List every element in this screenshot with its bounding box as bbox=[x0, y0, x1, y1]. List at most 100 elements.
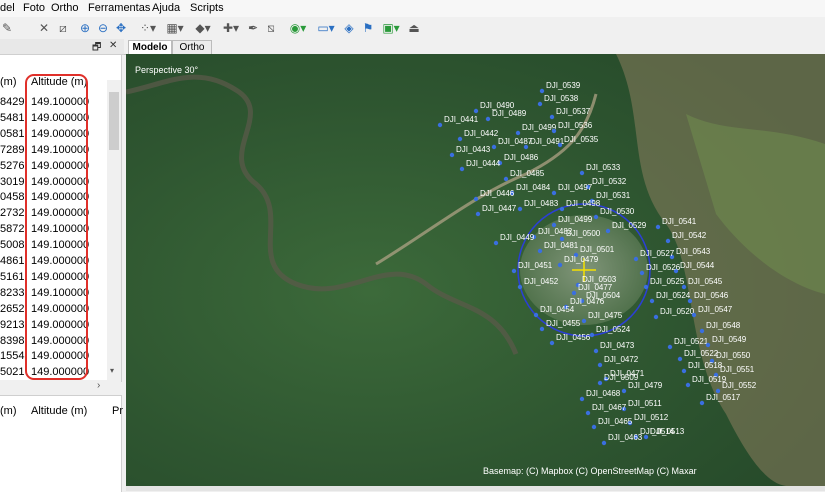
crop-icon[interactable]: ⧄ bbox=[56, 20, 70, 36]
table-cell-accuracy[interactable]: 2652 bbox=[0, 301, 24, 317]
column-header-accuracy-2[interactable]: (m) bbox=[0, 405, 17, 417]
camera-point[interactable] bbox=[597, 380, 603, 386]
camera-point[interactable] bbox=[593, 348, 599, 354]
table-cell-accuracy[interactable]: 5481 bbox=[0, 110, 24, 126]
camera-point[interactable] bbox=[557, 262, 563, 268]
table-cell-altitude[interactable]: 149.100000 bbox=[31, 237, 89, 253]
table-cell-accuracy[interactable]: 7289 bbox=[0, 142, 24, 158]
camera-point[interactable] bbox=[493, 240, 499, 246]
column-header-accuracy[interactable]: (m) bbox=[0, 76, 17, 88]
scroll-thumb[interactable] bbox=[109, 92, 119, 150]
camera-point[interactable] bbox=[667, 344, 673, 350]
table-cell-accuracy[interactable]: 5872 bbox=[0, 221, 24, 237]
menu-modelo[interactable]: del bbox=[0, 2, 15, 14]
camera-point[interactable] bbox=[605, 228, 611, 234]
camera-point[interactable] bbox=[699, 400, 705, 406]
menu-ortho[interactable]: Ortho bbox=[51, 2, 79, 14]
menu-foto[interactable]: Foto bbox=[23, 2, 45, 14]
vertical-scrollbar[interactable]: ▾ bbox=[107, 80, 121, 380]
camera-point[interactable] bbox=[537, 101, 543, 107]
camera-point[interactable] bbox=[533, 312, 539, 318]
camera-point[interactable] bbox=[665, 238, 671, 244]
camera-point[interactable] bbox=[559, 206, 565, 212]
camera-point[interactable] bbox=[593, 214, 599, 220]
camera-point[interactable] bbox=[643, 284, 649, 290]
table-cell-altitude[interactable]: 149.100000 bbox=[31, 94, 89, 110]
camera-point[interactable] bbox=[571, 290, 577, 296]
column-header-precision-2[interactable]: Pr bbox=[112, 405, 123, 417]
camera-point[interactable] bbox=[597, 362, 603, 368]
table-cell-altitude[interactable]: 149.000000 bbox=[31, 158, 89, 174]
camera-point[interactable] bbox=[459, 166, 465, 172]
camera-point[interactable] bbox=[503, 176, 509, 182]
camera-point[interactable] bbox=[473, 196, 479, 202]
table-cell-altitude[interactable]: 149.000000 bbox=[31, 269, 89, 285]
camera-point[interactable] bbox=[549, 340, 555, 346]
camera-point[interactable] bbox=[449, 152, 455, 158]
map-canvas[interactable]: DJI_0490DJI_0489DJI_0441DJI_0538DJI_0537… bbox=[126, 54, 825, 486]
table-cell-altitude[interactable]: 149.000000 bbox=[31, 205, 89, 221]
menu-scripts[interactable]: Scripts bbox=[190, 2, 224, 14]
table-cell-accuracy[interactable]: 4861 bbox=[0, 253, 24, 269]
menu-ferramentas[interactable]: Ferramentas bbox=[88, 2, 150, 14]
move-icon[interactable]: ✥ bbox=[114, 20, 128, 36]
camera-point[interactable] bbox=[539, 326, 545, 332]
camera-point[interactable] bbox=[677, 356, 683, 362]
table-cell-altitude[interactable]: 149.000000 bbox=[31, 348, 89, 364]
tab-ortho[interactable]: Ortho bbox=[172, 40, 212, 55]
column-header-altitude-2[interactable]: Altitude (m) bbox=[31, 405, 87, 417]
map-view[interactable]: DJI_0490 DJI_0489 DJI_0441 DJI_0538 DJI_0537… bbox=[126, 54, 825, 486]
table-cell-altitude[interactable]: 149.100000 bbox=[31, 221, 89, 237]
camera-point[interactable] bbox=[437, 122, 443, 128]
camera-point[interactable] bbox=[539, 88, 545, 94]
camera-point[interactable] bbox=[621, 388, 627, 394]
column-header-altitude[interactable]: Altitude (m) bbox=[31, 76, 87, 88]
table-cell-accuracy[interactable]: 5008 bbox=[0, 237, 24, 253]
camera-point[interactable] bbox=[685, 382, 691, 388]
tab-modelo[interactable]: Modelo bbox=[128, 40, 172, 55]
camera-point[interactable] bbox=[699, 328, 705, 334]
camera-point[interactable] bbox=[705, 342, 711, 348]
menu-ajuda[interactable]: Ajuda bbox=[152, 2, 180, 14]
camera-point[interactable] bbox=[473, 108, 479, 114]
table-cell-altitude[interactable]: 149.100000 bbox=[31, 142, 89, 158]
camera-point[interactable] bbox=[517, 206, 523, 212]
flag-icon[interactable]: ⚑ bbox=[361, 20, 375, 36]
camera-point[interactable] bbox=[557, 142, 563, 148]
camera-point[interactable] bbox=[579, 170, 585, 176]
table-cell-accuracy[interactable]: 5276 bbox=[0, 158, 24, 174]
camera-point[interactable] bbox=[551, 128, 557, 134]
camera-point[interactable] bbox=[589, 332, 595, 338]
table-cell-accuracy[interactable]: 5021 bbox=[0, 364, 24, 380]
camera-point[interactable] bbox=[551, 190, 557, 196]
image-icon[interactable]: ▣▾ bbox=[380, 20, 402, 36]
camera-point[interactable] bbox=[511, 268, 517, 274]
grid-icon[interactable]: ▦▾ bbox=[164, 20, 186, 36]
table-cell-altitude[interactable]: 149.000000 bbox=[31, 317, 89, 333]
camera-icon[interactable]: ◈ bbox=[342, 20, 356, 36]
table-cell-accuracy[interactable]: 8398 bbox=[0, 333, 24, 349]
table-cell-altitude[interactable]: 149.000000 bbox=[31, 126, 89, 142]
table-cell-accuracy[interactable]: 2732 bbox=[0, 205, 24, 221]
ruler-icon[interactable]: ⧅ bbox=[264, 20, 278, 36]
table-cell-altitude[interactable]: 149.000000 bbox=[31, 333, 89, 349]
table-cell-accuracy[interactable]: 1554 bbox=[0, 348, 24, 364]
camera-point[interactable] bbox=[653, 314, 659, 320]
camera-point[interactable] bbox=[655, 224, 661, 230]
display-icon[interactable]: ▭▾ bbox=[314, 20, 338, 36]
marker-icon[interactable]: ✚▾ bbox=[220, 20, 242, 36]
scroll-down-icon[interactable]: ▾ bbox=[110, 366, 114, 375]
camera-point[interactable] bbox=[515, 130, 521, 136]
camera-point[interactable] bbox=[691, 312, 697, 318]
table-cell-accuracy[interactable]: 0581 bbox=[0, 126, 24, 142]
camera-point[interactable] bbox=[579, 396, 585, 402]
close-icon[interactable]: ✕ bbox=[109, 40, 117, 51]
pencil-icon[interactable]: ✎ bbox=[0, 20, 14, 36]
camera-point[interactable] bbox=[517, 284, 523, 290]
table-cell-accuracy[interactable]: 0458 bbox=[0, 189, 24, 205]
table-cell-altitude[interactable]: 149.000000 bbox=[31, 189, 89, 205]
table-cell-accuracy[interactable]: 9213 bbox=[0, 317, 24, 333]
table-cell-altitude[interactable]: 149.100000 bbox=[31, 285, 89, 301]
camera-point[interactable] bbox=[491, 144, 497, 150]
table-cell-altitude[interactable]: 149.000000 bbox=[31, 174, 89, 190]
